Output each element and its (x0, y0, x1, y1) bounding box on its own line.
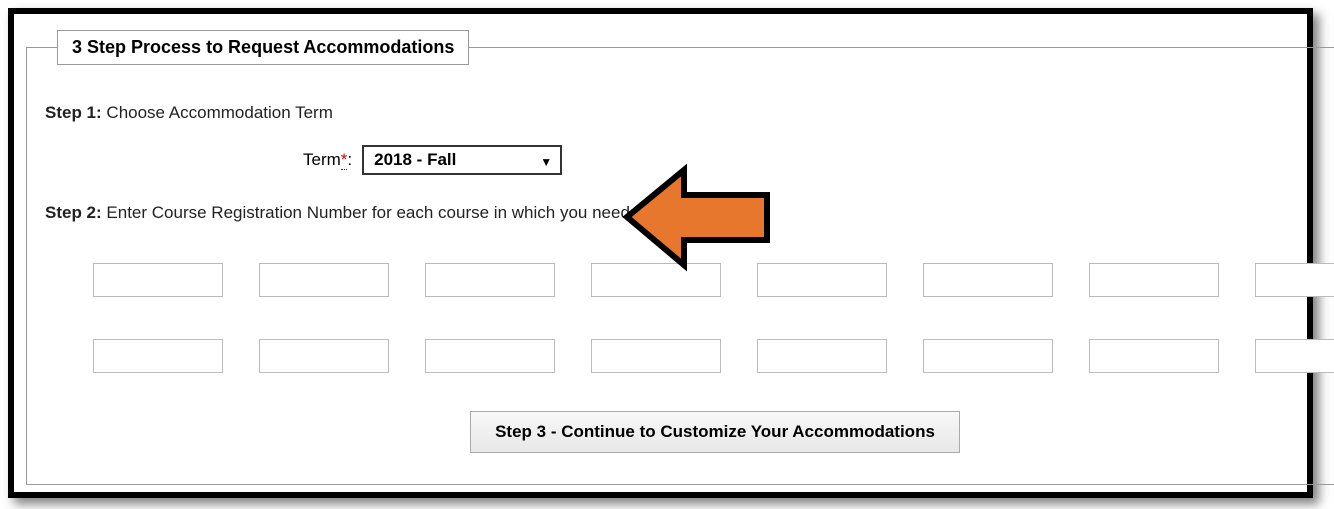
crn-input[interactable] (93, 263, 223, 297)
crn-input[interactable] (757, 339, 887, 373)
crn-input[interactable] (425, 263, 555, 297)
chevron-down-icon: ▼ (540, 155, 552, 169)
step3-row: Step 3 - Continue to Customize Your Acco… (45, 411, 1334, 453)
crn-input[interactable] (923, 263, 1053, 297)
step2-prefix: Step 2: (45, 203, 102, 222)
window-frame: 3 Step Process to Request Accommodations… (8, 8, 1313, 498)
step1-prefix: Step 1: (45, 103, 102, 122)
crn-input[interactable] (1089, 339, 1219, 373)
step2-text: Enter Course Registration Number for eac… (102, 203, 755, 222)
term-selected-value: 2018 - Fall (374, 150, 456, 169)
crn-input[interactable] (425, 339, 555, 373)
crn-input[interactable] (757, 263, 887, 297)
term-row: Term*: 2018 - Fall ▼ (303, 145, 1334, 175)
crn-input[interactable] (93, 339, 223, 373)
accommodation-fieldset: 3 Step Process to Request Accommodations… (26, 30, 1334, 485)
step1-text: Choose Accommodation Term (102, 103, 333, 122)
crn-input[interactable] (259, 339, 389, 373)
crn-inputs-grid (93, 263, 1334, 373)
continue-button[interactable]: Step 3 - Continue to Customize Your Acco… (470, 411, 960, 453)
step1-heading: Step 1: Choose Accommodation Term (45, 103, 1334, 123)
crn-input[interactable] (1255, 339, 1334, 373)
crn-input[interactable] (591, 263, 721, 297)
term-select[interactable]: 2018 - Fall ▼ (362, 145, 562, 175)
crn-input[interactable] (923, 339, 1053, 373)
step2-heading: Step 2: Enter Course Registration Number… (45, 203, 1334, 223)
fieldset-legend: 3 Step Process to Request Accommodations (57, 30, 469, 65)
crn-input[interactable] (259, 263, 389, 297)
crn-input[interactable] (1255, 263, 1334, 297)
term-label: Term*: (303, 150, 352, 170)
crn-input[interactable] (1089, 263, 1219, 297)
crn-input[interactable] (591, 339, 721, 373)
